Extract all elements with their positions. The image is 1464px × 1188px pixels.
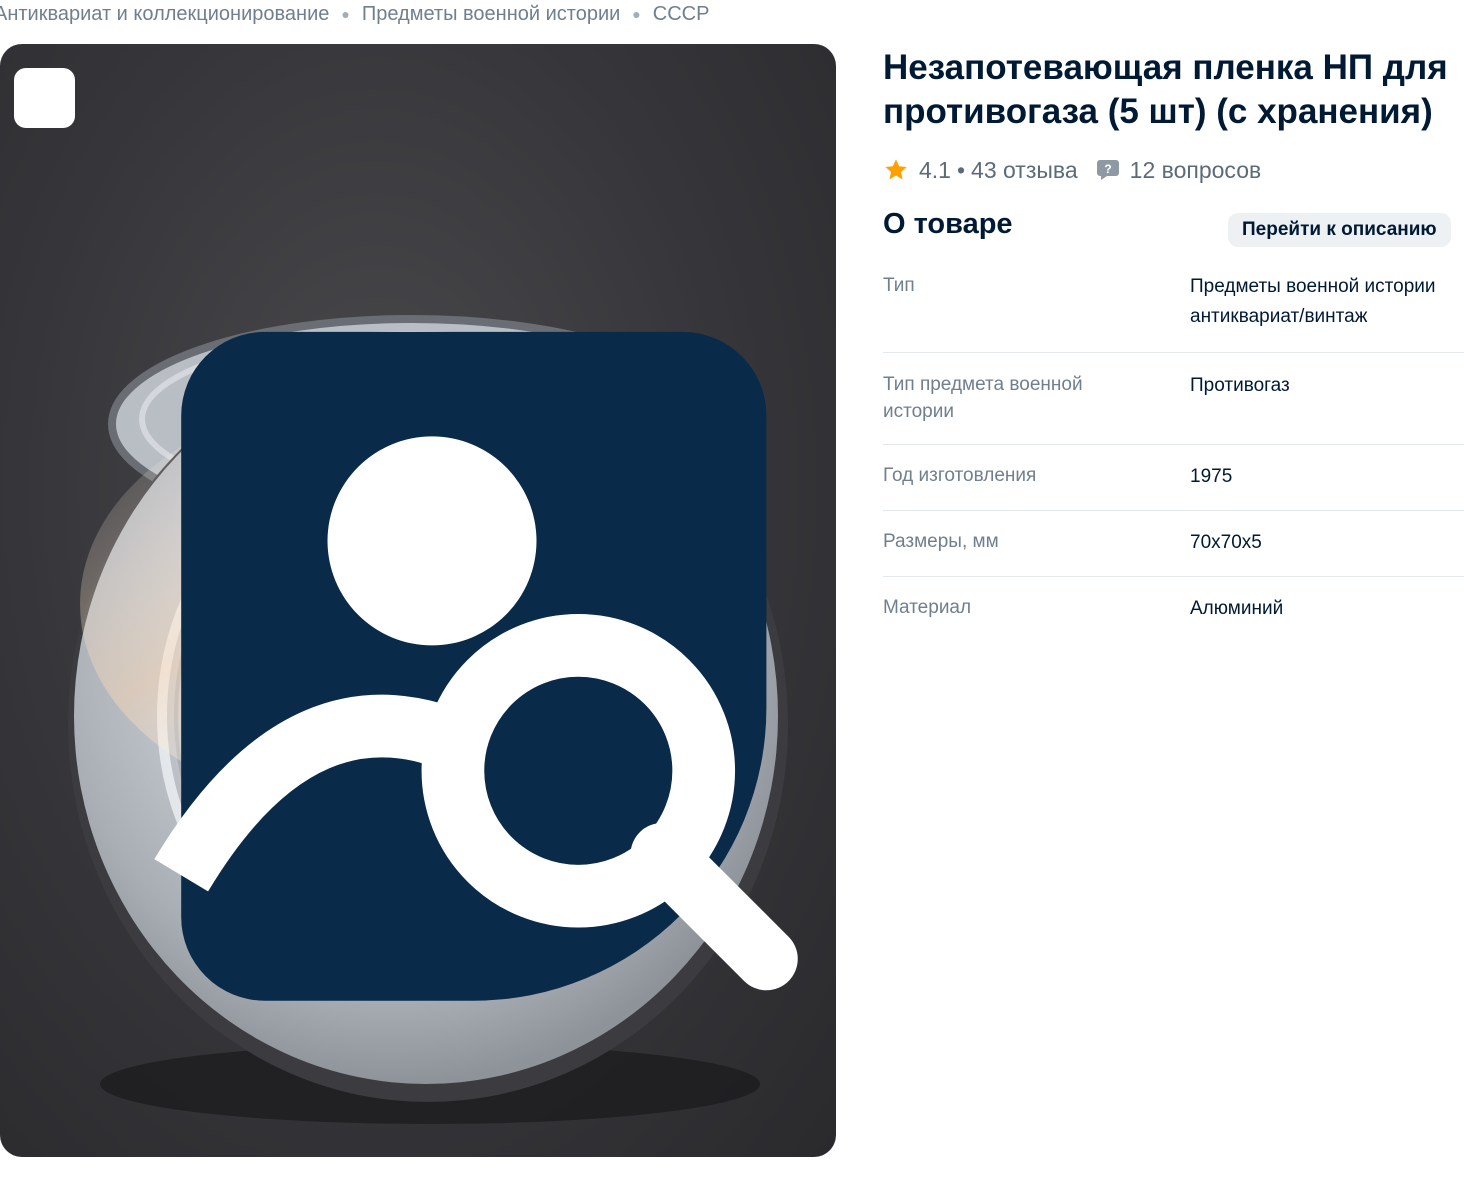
go-to-description-button[interactable]: Перейти к описанию: [1228, 213, 1451, 247]
about-section-title: О товаре: [883, 208, 1013, 240]
breadcrumb-item-antiques[interactable]: Антиквариат и коллекционирование: [0, 3, 329, 26]
spec-value: Алюминий: [1190, 594, 1464, 624]
star-icon: [885, 159, 907, 180]
image-search-icon: [154, 331, 798, 1001]
rating-value[interactable]: 4.1: [919, 157, 951, 184]
spec-key: Тип предмета военной истории: [883, 374, 1083, 422]
spec-row: Тип Предметы военной истории антиквариат…: [883, 256, 1464, 353]
breadcrumb-item-ussr[interactable]: СССР: [653, 3, 710, 26]
spec-value: 70x70x5: [1190, 528, 1464, 558]
spec-value-line: Алюминий: [1190, 598, 1284, 619]
spec-row: Материал Алюминий: [883, 577, 1464, 642]
spec-value: Предметы военной истории антиквариат/вин…: [1190, 272, 1464, 332]
spec-value: 1975: [1190, 462, 1464, 492]
breadcrumb: Антиквариат и коллекционирование ● Предм…: [0, 0, 709, 28]
spec-key: Материал: [883, 597, 972, 618]
questions-link[interactable]: 12 вопросов: [1130, 157, 1262, 184]
spec-value: Противогаз: [1190, 371, 1464, 425]
breadcrumb-separator: ●: [632, 6, 641, 22]
spec-value-line: 1975: [1190, 466, 1233, 487]
spec-key: Размеры, мм: [883, 531, 999, 552]
rating-separator: •: [956, 156, 966, 183]
svg-text:?: ?: [1104, 162, 1111, 176]
reviews-link[interactable]: 43 отзыва: [971, 157, 1078, 184]
spec-key: Год изготовления: [883, 465, 1037, 486]
spec-value-line: антиквариат/винтаж: [1190, 306, 1368, 327]
product-image[interactable]: [0, 44, 836, 1157]
breadcrumb-separator: ●: [341, 6, 350, 22]
breadcrumb-item-military-history[interactable]: Предметы военной истории: [362, 3, 620, 26]
spec-value-line: Предметы военной истории: [1190, 276, 1436, 297]
spec-value-line: 70x70x5: [1190, 532, 1262, 553]
product-title-line: Незапотевающая пленка НП для: [883, 48, 1448, 87]
specs-table: Тип Предметы военной истории антиквариат…: [883, 256, 1464, 642]
product-title: Незапотевающая пленка НП для противогаза…: [883, 46, 1464, 134]
spec-row: Тип предмета военной истории Противогаз: [883, 353, 1464, 445]
rating-bar: 4.1 • 43 отзыва ? 12 вопросов: [883, 152, 1261, 188]
question-icon: ?: [1096, 160, 1119, 180]
spec-value-line: Противогаз: [1190, 375, 1290, 396]
spec-key: Тип: [883, 275, 915, 296]
product-title-line: противогаза (5 шт) (с хранения): [883, 92, 1433, 131]
image-search-button[interactable]: [14, 68, 798, 1001]
spec-row: Год изготовления 1975: [883, 445, 1464, 511]
spec-row: Размеры, мм 70x70x5: [883, 511, 1464, 577]
